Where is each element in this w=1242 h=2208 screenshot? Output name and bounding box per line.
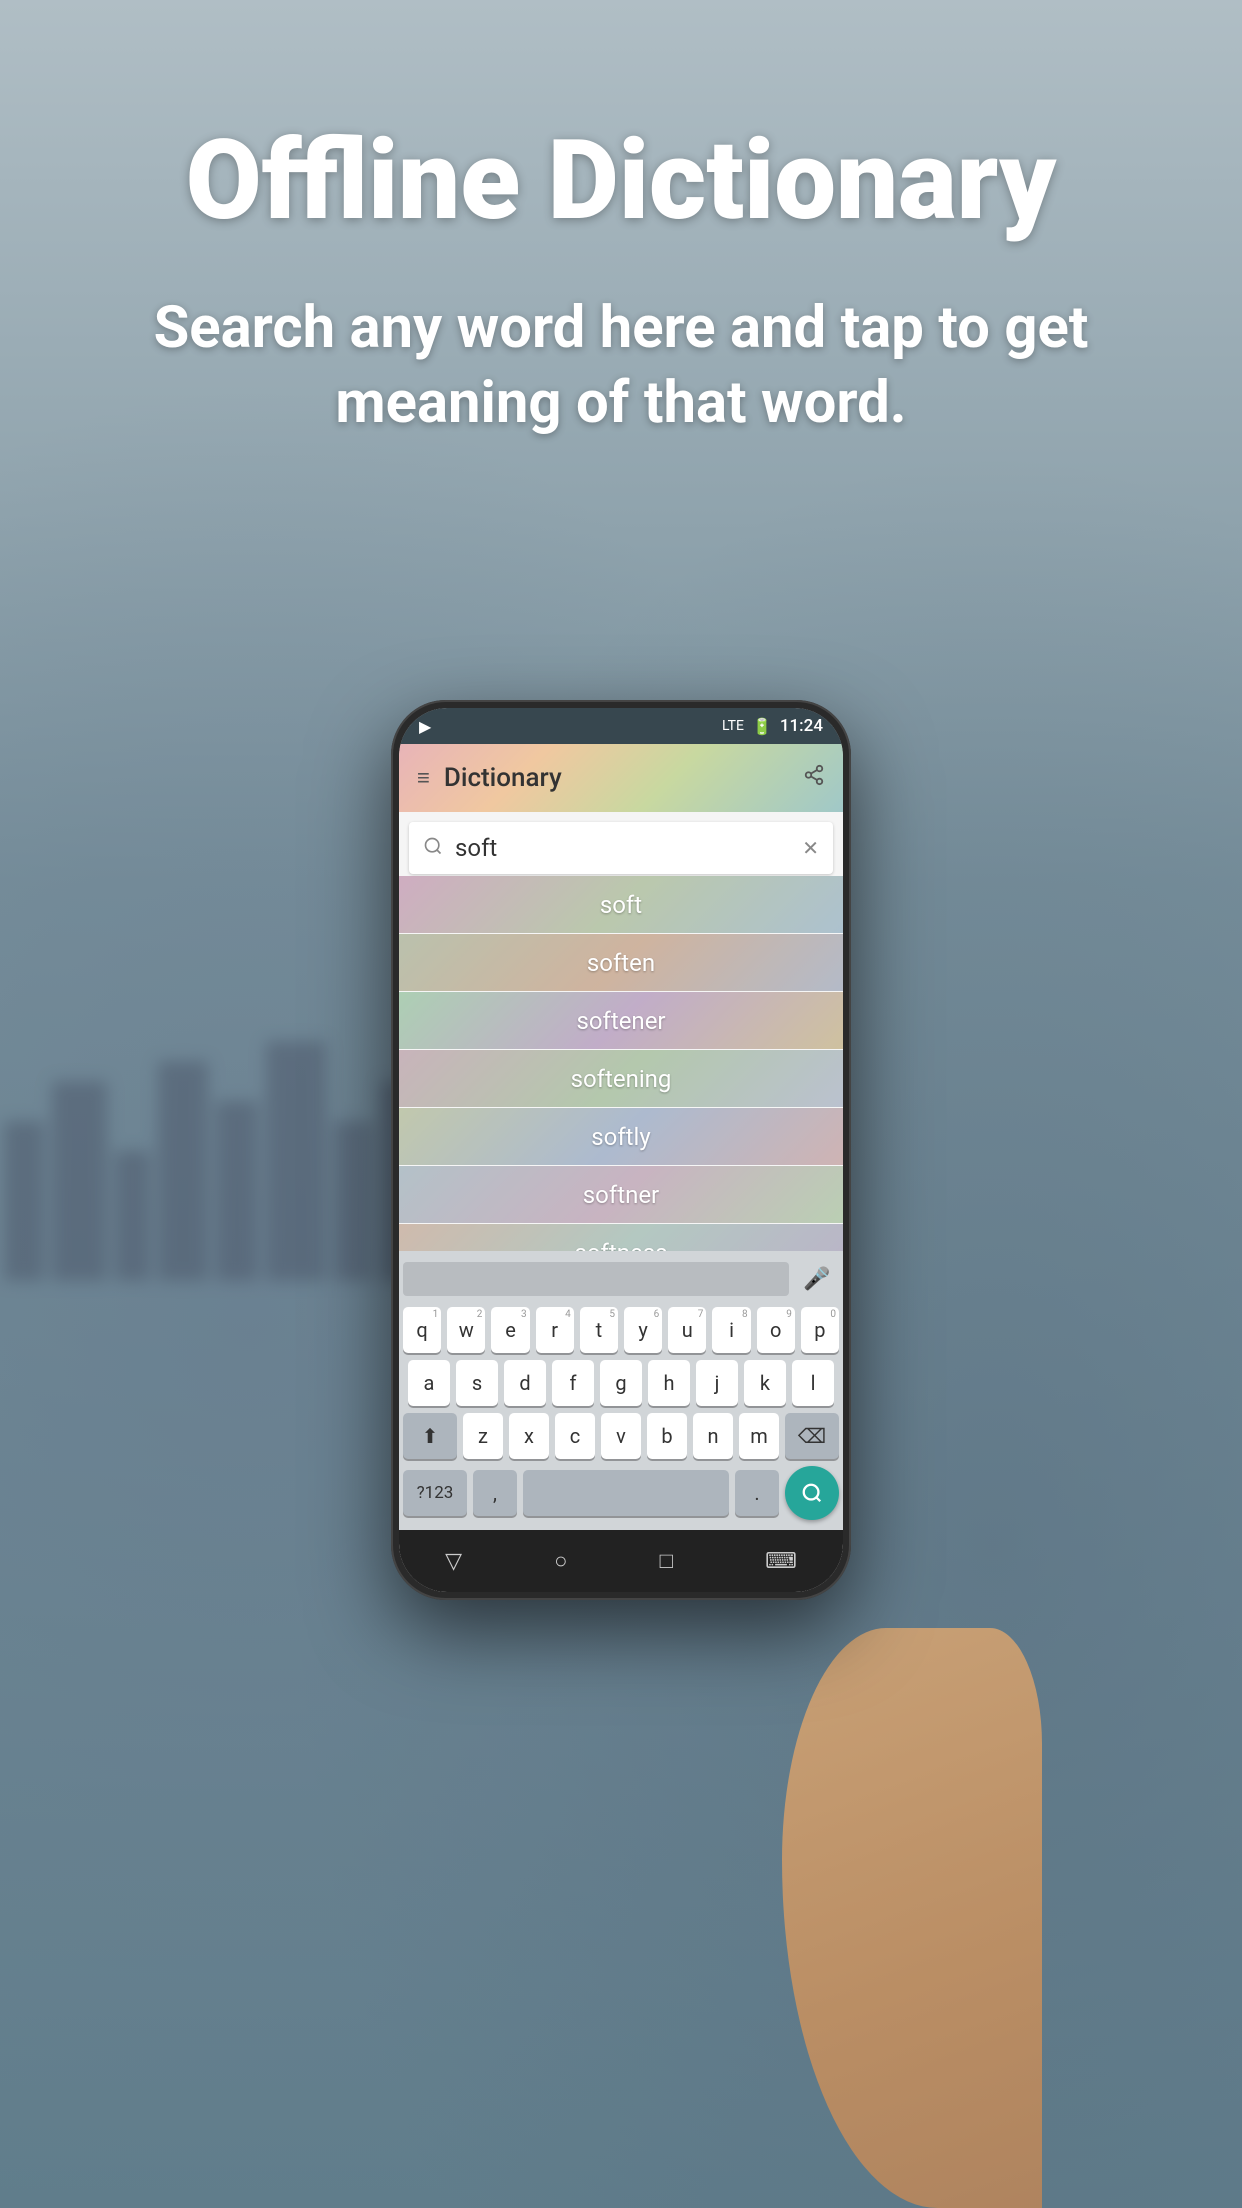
key-z[interactable]: z <box>463 1413 503 1459</box>
list-item[interactable]: soft <box>399 876 843 934</box>
key-d[interactable]: d <box>504 1360 546 1406</box>
key-t[interactable]: 5t <box>580 1307 618 1353</box>
key-s[interactable]: s <box>456 1360 498 1406</box>
result-word: softness <box>574 1239 667 1252</box>
list-item[interactable]: softness <box>399 1224 843 1251</box>
list-item[interactable]: softly <box>399 1108 843 1166</box>
comma-key[interactable]: , <box>473 1470 517 1516</box>
share-icon[interactable] <box>803 764 825 792</box>
list-item[interactable]: softener <box>399 992 843 1050</box>
phone-inner: ▶ LTE 🔋 11:24 ≡ Dictionary <box>399 708 843 1592</box>
key-m[interactable]: m <box>739 1413 779 1459</box>
key-u[interactable]: 7u <box>668 1307 706 1353</box>
hero-subtitle: Search any word here and tap to get mean… <box>80 291 1162 442</box>
results-list: soft soften softener softening softly <box>399 876 843 1251</box>
key-e[interactable]: 3e <box>491 1307 529 1353</box>
status-bar: ▶ LTE 🔋 11:24 <box>399 708 843 744</box>
recent-button[interactable]: □ <box>660 1548 673 1574</box>
period-key[interactable]: . <box>735 1470 779 1516</box>
result-word: softener <box>576 1007 665 1035</box>
shift-key[interactable]: ⬆ <box>403 1413 457 1459</box>
keyboard-row-4: ?123 , . <box>403 1466 839 1520</box>
back-button[interactable]: ▽ <box>445 1549 462 1574</box>
key-a[interactable]: a <box>408 1360 450 1406</box>
status-time: 11:24 <box>780 716 823 736</box>
key-q[interactable]: 1q <box>403 1307 441 1353</box>
key-v[interactable]: v <box>601 1413 641 1459</box>
list-item[interactable]: softening <box>399 1050 843 1108</box>
hero-title: Offline Dictionary <box>80 120 1162 241</box>
hero-content: Offline Dictionary Search any word here … <box>0 0 1242 502</box>
key-c[interactable]: c <box>555 1413 595 1459</box>
result-word: softly <box>591 1123 650 1151</box>
search-icon <box>423 836 443 861</box>
clear-icon[interactable]: ✕ <box>802 836 819 860</box>
signal-icon: LTE <box>722 718 744 734</box>
status-left: ▶ <box>419 717 431 736</box>
result-word: softening <box>571 1065 672 1093</box>
keyboard-row-1: 1q 2w 3e 4r 5t 6y 7u 8i 9o 0p <box>403 1307 839 1353</box>
space-key[interactable] <box>523 1470 729 1516</box>
phone-screen: ▶ LTE 🔋 11:24 ≡ Dictionary <box>399 708 843 1592</box>
result-word: soften <box>587 949 655 977</box>
toolbar-title: Dictionary <box>444 763 803 793</box>
keyboard-button[interactable]: ⌨ <box>765 1549 797 1574</box>
search-submit-button[interactable] <box>785 1466 839 1520</box>
key-p[interactable]: 0p <box>801 1307 839 1353</box>
phone-mockup: ▶ LTE 🔋 11:24 ≡ Dictionary <box>391 700 851 1600</box>
keyboard-row-2: a s d f g h j k l <box>403 1360 839 1406</box>
battery-icon: 🔋 <box>752 717 772 736</box>
key-b[interactable]: b <box>647 1413 687 1459</box>
result-word: soft <box>600 891 642 919</box>
home-button[interactable]: ○ <box>554 1548 567 1574</box>
mic-button[interactable]: 🎤 <box>795 1257 839 1301</box>
key-w[interactable]: 2w <box>447 1307 485 1353</box>
mic-icon: 🎤 <box>803 1267 830 1292</box>
key-x[interactable]: x <box>509 1413 549 1459</box>
nav-bar: ▽ ○ □ ⌨ <box>399 1530 843 1592</box>
key-l[interactable]: l <box>792 1360 834 1406</box>
key-r[interactable]: 4r <box>536 1307 574 1353</box>
key-h[interactable]: h <box>648 1360 690 1406</box>
key-o[interactable]: 9o <box>757 1307 795 1353</box>
app-toolbar: ≡ Dictionary <box>399 744 843 812</box>
search-bar[interactable]: soft ✕ <box>409 822 833 874</box>
keyboard-spacer <box>403 1262 789 1296</box>
list-item[interactable]: softner <box>399 1166 843 1224</box>
keyboard: 🎤 1q 2w 3e 4r 5t 6y 7u 8i 9o 0p <box>399 1251 843 1530</box>
backspace-key[interactable]: ⌫ <box>785 1413 839 1459</box>
key-g[interactable]: g <box>600 1360 642 1406</box>
sym-key[interactable]: ?123 <box>403 1470 467 1516</box>
result-word: softner <box>583 1181 659 1209</box>
key-y[interactable]: 6y <box>624 1307 662 1353</box>
menu-icon[interactable]: ≡ <box>417 765 430 791</box>
key-i[interactable]: 8i <box>712 1307 750 1353</box>
key-k[interactable]: k <box>744 1360 786 1406</box>
key-j[interactable]: j <box>696 1360 738 1406</box>
phone-body: ▶ LTE 🔋 11:24 ≡ Dictionary <box>391 700 851 1600</box>
key-f[interactable]: f <box>552 1360 594 1406</box>
search-input[interactable]: soft <box>455 834 802 862</box>
play-icon: ▶ <box>419 717 431 736</box>
key-n[interactable]: n <box>693 1413 733 1459</box>
keyboard-top-row: 🎤 <box>403 1257 839 1301</box>
status-right: LTE 🔋 11:24 <box>722 716 823 736</box>
list-item[interactable]: soften <box>399 934 843 992</box>
keyboard-row-3: ⬆ z x c v b n m ⌫ <box>403 1413 839 1459</box>
